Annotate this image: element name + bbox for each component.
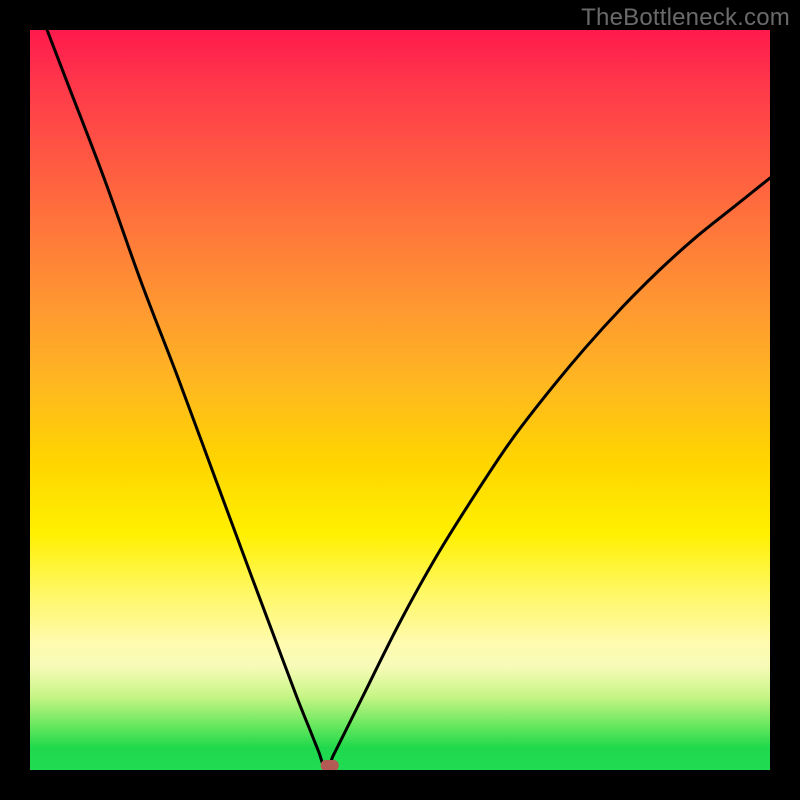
watermark-text: TheBottleneck.com bbox=[581, 4, 790, 32]
chart-frame: TheBottleneck.com bbox=[0, 0, 800, 800]
minimum-marker bbox=[321, 760, 339, 770]
curve-svg bbox=[30, 30, 770, 770]
bottleneck-curve bbox=[30, 30, 770, 770]
plot-area bbox=[30, 30, 770, 770]
